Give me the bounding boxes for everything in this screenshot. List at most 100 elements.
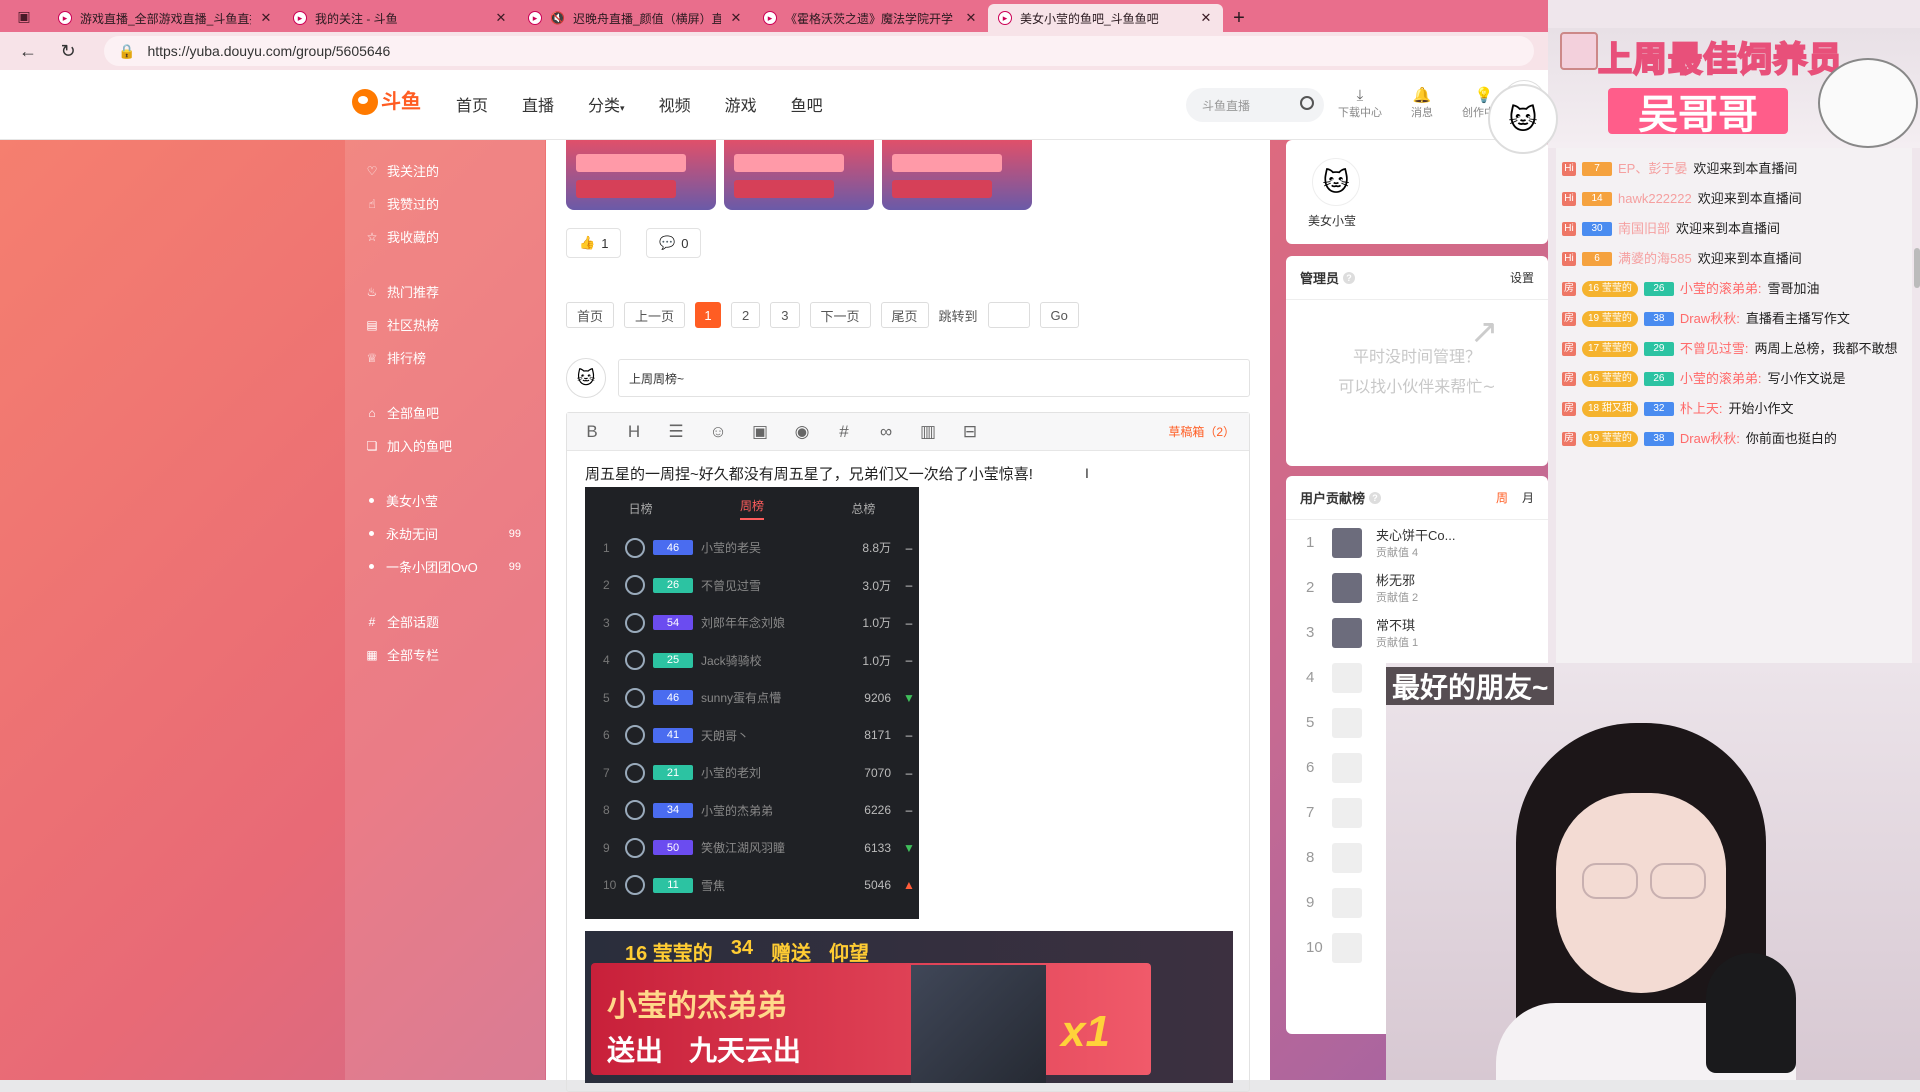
- hashtag-icon[interactable]: #: [833, 422, 855, 442]
- new-tab-button[interactable]: +: [1223, 4, 1255, 32]
- header-search[interactable]: 斗鱼直播: [1186, 88, 1324, 122]
- heading-icon[interactable]: H: [623, 422, 645, 442]
- first-page-button[interactable]: 首页: [566, 302, 615, 328]
- chat-scrollbar[interactable]: [1914, 248, 1920, 288]
- page-button[interactable]: 3: [770, 302, 800, 328]
- sidebar-item-joined-yuba[interactable]: ❏ 加入的鱼吧: [345, 429, 545, 462]
- tab-month[interactable]: 月: [1522, 489, 1534, 506]
- sidebar-item-favorites[interactable]: ☆ 我收藏的: [345, 220, 545, 253]
- poll-icon[interactable]: ▥: [917, 422, 939, 442]
- chat-user-name[interactable]: 不曾见过雪:: [1680, 339, 1749, 359]
- sidebar-item-following[interactable]: ♡ 我关注的: [345, 154, 545, 187]
- url-field[interactable]: 🔒 https://yuba.douyu.com/group/5605646: [104, 36, 1534, 66]
- editor-text[interactable]: 周五星的一周捏~好久都没有周五星了，兄弟们又一次给了小莹惊喜!: [585, 463, 1033, 484]
- browser-tab-active[interactable]: ▸ 美女小莹的鱼吧_斗鱼鱼吧 ✕: [988, 4, 1223, 32]
- sidebar-item-community-hot[interactable]: ▤ 社区热榜: [345, 308, 545, 341]
- chat-user-name[interactable]: 小莹的滚弟弟:: [1680, 279, 1762, 299]
- comment-button[interactable]: 💬 0: [646, 228, 702, 258]
- next-page-button[interactable]: 下一页: [809, 302, 871, 328]
- drafts-link[interactable]: 草稿箱（2）: [1168, 423, 1235, 440]
- commenter-avatar[interactable]: 🐱: [566, 358, 606, 398]
- image-icon[interactable]: ▣: [749, 422, 771, 442]
- sidebar-item-hot[interactable]: ♨ 热门推荐: [345, 275, 545, 308]
- sidebar-bar-item[interactable]: 美女小莹: [345, 484, 545, 517]
- contrib-avatar[interactable]: [1332, 617, 1362, 648]
- page-button-current[interactable]: 1: [695, 302, 722, 328]
- reload-icon[interactable]: ↻: [52, 35, 84, 67]
- sidebar-item-all-topics[interactable]: # 全部话题: [345, 605, 545, 638]
- contrib-row[interactable]: 3 常不琪 贡献值 1: [1286, 610, 1548, 655]
- window-menu-icon[interactable]: ▣: [0, 0, 48, 32]
- prev-page-button[interactable]: 上一页: [624, 302, 686, 328]
- go-button[interactable]: Go: [1039, 302, 1079, 328]
- sidebar-bar-item[interactable]: 永劫无间 99: [345, 517, 545, 550]
- post-image[interactable]: [724, 140, 874, 210]
- site-info-icon[interactable]: 🔒: [118, 43, 135, 60]
- messages[interactable]: 🔔 消息: [1398, 86, 1446, 120]
- douyu-logo[interactable]: 斗鱼: [352, 86, 428, 118]
- contrib-avatar[interactable]: [1332, 572, 1362, 603]
- last-page-button[interactable]: 尾页: [880, 302, 929, 328]
- admin-settings-link[interactable]: 设置: [1510, 269, 1534, 286]
- help-icon[interactable]: ?: [1343, 271, 1356, 284]
- sidebar-item-ranking[interactable]: ♕ 排行榜: [345, 341, 545, 374]
- column-icon: ▦: [366, 647, 378, 662]
- rank-number: 4: [603, 653, 610, 668]
- chat-user-name[interactable]: Draw秋秋:: [1680, 309, 1740, 329]
- contrib-row[interactable]: 1 夹心饼干Co... 贡献值 4: [1286, 520, 1548, 565]
- close-tab-icon[interactable]: ✕: [494, 10, 508, 26]
- chat-tag-icon: Hi: [1562, 162, 1576, 176]
- sidebar-item-all-columns[interactable]: ▦ 全部专栏: [345, 638, 545, 671]
- post-editor[interactable]: B H ☰ ☺ ▣ ◉ # ∞ ▥ ⊟ 草稿箱（2） 周五星的一周捏~好久都没有…: [566, 412, 1250, 1092]
- chat-user-name[interactable]: 小莹的滚弟弟:: [1680, 369, 1762, 389]
- bold-icon[interactable]: B: [581, 422, 603, 442]
- post-image[interactable]: [566, 140, 716, 210]
- browser-tab[interactable]: ▸ 🔇 迟晚舟直播_颜值（横屏）直播 ✕: [518, 4, 753, 32]
- browser-tab[interactable]: ▸ 我的关注 - 斗鱼 ✕: [283, 4, 518, 32]
- download-center[interactable]: ⤓ 下载中心: [1336, 86, 1384, 120]
- close-tab-icon[interactable]: ✕: [729, 10, 743, 26]
- close-tab-icon[interactable]: ✕: [964, 10, 978, 26]
- browser-tab[interactable]: ▸ 《霍格沃茨之遗》魔法学院开学 ✕: [753, 4, 988, 32]
- gift-box-icon[interactable]: ⊟: [959, 422, 981, 442]
- link-icon[interactable]: ∞: [875, 422, 897, 442]
- owner-avatar[interactable]: 🐱: [1312, 158, 1360, 206]
- chat-user-name[interactable]: 南国旧部: [1618, 219, 1670, 239]
- help-icon[interactable]: ?: [1369, 491, 1382, 504]
- contrib-avatar[interactable]: [1332, 527, 1362, 558]
- sidebar-item-all-yuba[interactable]: ⌂ 全部鱼吧: [345, 396, 545, 429]
- page-button[interactable]: 2: [731, 302, 761, 328]
- header-icons: ⤓ 下载中心 🔔 消息 💡 创作中心: [1336, 86, 1508, 120]
- nav-video[interactable]: 视频: [659, 92, 691, 116]
- nav-live[interactable]: 直播: [522, 92, 554, 116]
- browser-tab[interactable]: ▸ 游戏直播_全部游戏直播_斗鱼直播 ✕: [48, 4, 283, 32]
- nav-category[interactable]: 分类▾: [588, 92, 625, 116]
- like-button[interactable]: 👍 1: [566, 228, 622, 258]
- camera-icon[interactable]: ◉: [791, 422, 813, 442]
- divider-icon[interactable]: ☰: [665, 422, 687, 442]
- nav-yuba[interactable]: 鱼吧: [791, 92, 823, 116]
- search-icon[interactable]: [1300, 96, 1314, 110]
- sidebar-bar-item[interactable]: 一条小团团OvO 99: [345, 550, 545, 583]
- jump-page-input[interactable]: [987, 302, 1030, 328]
- streamer-avatar[interactable]: 🐱: [1488, 84, 1558, 154]
- muted-speaker-icon[interactable]: 🔇: [550, 11, 565, 25]
- chat-user-name[interactable]: Draw秋秋:: [1680, 429, 1740, 449]
- tab-week[interactable]: 周: [1496, 489, 1508, 506]
- post-image[interactable]: [882, 140, 1032, 210]
- emoji-icon[interactable]: ☺: [707, 422, 729, 442]
- nav-game[interactable]: 游戏: [725, 92, 757, 116]
- post-images: [566, 140, 1032, 210]
- chat-user-name[interactable]: hawk222222: [1618, 189, 1692, 209]
- close-tab-icon[interactable]: ✕: [259, 10, 273, 26]
- chat-user-name[interactable]: 满婆的海585: [1618, 249, 1692, 269]
- contrib-row[interactable]: 2 彬无邪 贡献值 2: [1286, 565, 1548, 610]
- close-tab-icon[interactable]: ✕: [1199, 10, 1213, 26]
- comment-text[interactable]: 上周周榜~: [618, 359, 1250, 397]
- owner-name[interactable]: 美女小莹: [1308, 212, 1356, 229]
- sidebar-item-liked[interactable]: ☝ 我赞过的: [345, 187, 545, 220]
- nav-home[interactable]: 首页: [456, 92, 488, 116]
- chat-user-name[interactable]: 朴上天:: [1680, 399, 1723, 419]
- back-icon[interactable]: ←: [12, 35, 44, 67]
- chat-user-name[interactable]: EP、彭于晏: [1618, 159, 1687, 179]
